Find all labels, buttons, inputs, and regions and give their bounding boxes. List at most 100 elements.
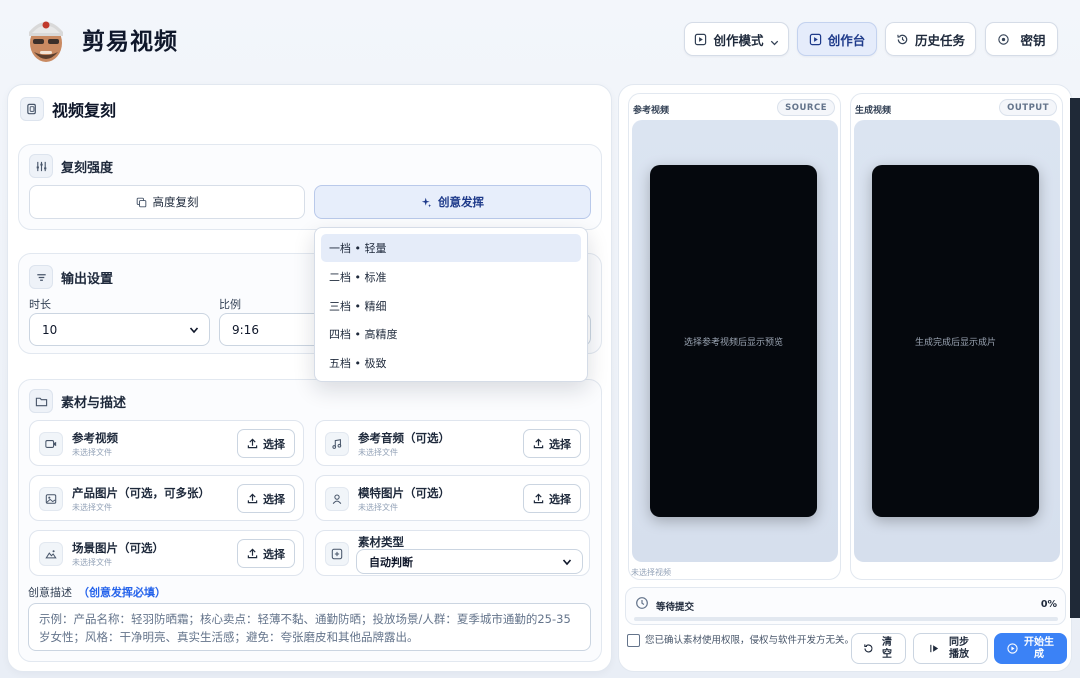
source-label: 参考视频	[633, 106, 670, 116]
creation-mode-button[interactable]: 创作模式	[684, 22, 789, 56]
duration-value: 10	[42, 322, 58, 337]
output-tag: OUTPUT	[999, 99, 1057, 116]
source-preview-area: 选择参考视频后显示预览	[632, 120, 838, 562]
progress-status: 等待提交	[656, 602, 695, 613]
scene-images-status: 未选择文件	[72, 558, 112, 567]
dropdown-option[interactable]: 四档 • 高精度	[321, 320, 581, 348]
workbench-button[interactable]: 创作台	[797, 22, 877, 56]
dropdown-option[interactable]: 五档 • 极致	[321, 349, 581, 377]
ratio-label: 比例	[219, 298, 241, 311]
dropdown-option[interactable]: 二档 • 标准	[321, 263, 581, 291]
creative-label: 创意发挥	[438, 195, 484, 209]
clear-button[interactable]: 清空	[851, 633, 906, 664]
key-icon	[998, 33, 1010, 45]
copy-icon	[136, 197, 146, 207]
high-replicate-label: 高度复刻	[152, 195, 199, 209]
source-footer: 未选择视频	[631, 568, 671, 577]
creative-level-dropdown: 一档 • 轻量 二档 • 标准 三档 • 精细 四档 • 高精度 五档 • 极致	[314, 227, 588, 382]
preview-panel: 参考视频 SOURCE 选择参考视频后显示预览 未选择视频 生成视频 OUTPU…	[618, 84, 1072, 672]
image-icon	[39, 487, 63, 511]
model-images-title: 模特图片（可选）	[358, 486, 450, 500]
app-title: 剪易视频	[82, 29, 178, 55]
duration-label: 时长	[29, 298, 51, 311]
source-placeholder: 选择参考视频后显示预览	[683, 337, 783, 348]
creation-mode-label: 创作模式	[713, 32, 764, 48]
upload-icon	[247, 438, 258, 449]
play-square-icon	[695, 33, 707, 45]
product-images-card: 产品图片（可选，可多张） 未选择文件 选择	[29, 475, 304, 521]
dropdown-option[interactable]: 三档 • 精细	[321, 292, 581, 320]
model-images-pick-button[interactable]: 选择	[523, 484, 581, 513]
clock-icon	[636, 597, 648, 609]
app-header: 剪易视频 创作模式 创作台 历史任务 密钥	[0, 0, 1080, 78]
ref-video-pick-button[interactable]: 选择	[237, 429, 295, 458]
pick-label: 选择	[263, 547, 285, 561]
ref-video-status: 未选择文件	[72, 448, 112, 457]
creative-button[interactable]: 创意发挥	[314, 185, 591, 219]
video-icon	[39, 432, 63, 456]
sparkle-icon	[421, 197, 432, 207]
ref-video-title: 参考视频	[72, 431, 118, 445]
source-tag: SOURCE	[777, 99, 835, 116]
key-label: 密钥	[1020, 32, 1046, 48]
ref-audio-status: 未选择文件	[358, 448, 398, 457]
pick-label: 选择	[549, 437, 571, 451]
progress-bar	[634, 617, 1058, 621]
avatar	[29, 21, 63, 62]
clear-label: 清空	[882, 636, 892, 660]
pick-label: 选择	[263, 492, 285, 506]
output-label: 生成视频	[855, 106, 892, 116]
upload-icon	[247, 548, 258, 559]
product-images-title: 产品图片（可选，可多张）	[72, 486, 210, 500]
output-placeholder: 生成完成后显示成片	[914, 337, 996, 348]
scene-images-title: 场景图片（可选）	[72, 541, 164, 555]
ref-audio-pick-button[interactable]: 选择	[523, 429, 581, 458]
product-images-pick-button[interactable]: 选择	[237, 484, 295, 513]
replicate-strength-title: 复刻强度	[29, 154, 113, 178]
output-settings-label: 输出设置	[61, 271, 114, 287]
consent-text: 您已确认素材使用权限，侵权与软件开发方无关。	[645, 635, 855, 646]
history-icon	[897, 34, 908, 44]
history-button[interactable]: 历史任务	[885, 22, 976, 56]
description-textarea[interactable]: 示例：产品名称：轻羽防晒霜；核心卖点：轻薄不黏、通勤防晒；投放场景/人群：夏季城…	[28, 603, 591, 651]
pick-label: 选择	[263, 437, 285, 451]
start-generate-label: 开始生成	[1024, 636, 1054, 660]
material-type-title: 素材类型	[358, 535, 404, 549]
copy-icon	[20, 97, 44, 121]
material-type-card: 素材类型 自动判断	[315, 530, 590, 576]
product-images-status: 未选择文件	[72, 503, 112, 512]
scene-images-pick-button[interactable]: 选择	[237, 539, 295, 568]
scene-images-card: 场景图片（可选） 未选择文件 选择	[29, 530, 304, 576]
refresh-icon	[864, 644, 873, 653]
play-square-icon	[809, 33, 821, 45]
play-step-icon	[930, 644, 939, 653]
output-video-frame: 生成完成后显示成片	[872, 165, 1039, 517]
ref-audio-title: 参考音频（可选）	[358, 431, 450, 445]
model-images-card: 模特图片（可选） 未选择文件 选择	[315, 475, 590, 521]
material-type-select[interactable]: 自动判断	[356, 549, 583, 574]
replicate-strength-section: 复刻强度 高度复刻 创意发挥	[18, 144, 602, 230]
start-generate-button[interactable]: 开始生成	[994, 633, 1067, 664]
landscape-icon	[39, 542, 63, 566]
panel-title-text: 视频复刻	[52, 101, 117, 120]
ratio-value: 9:16	[232, 322, 259, 337]
upload-icon	[247, 493, 258, 504]
duration-select[interactable]: 10	[29, 313, 210, 346]
consent-checkbox[interactable]	[627, 634, 640, 647]
description-label: 创意描述 （创意发挥必填）	[28, 586, 166, 599]
high-replicate-button[interactable]: 高度复刻	[29, 185, 305, 219]
assets-label: 素材与描述	[61, 395, 127, 411]
key-button[interactable]: 密钥	[985, 22, 1058, 56]
dropdown-option[interactable]: 一档 • 轻量	[321, 234, 581, 262]
material-type-value: 自动判断	[369, 555, 413, 569]
description-placeholder: 示例：产品名称：轻羽防晒霜；核心卖点：轻薄不黏、通勤防晒；投放场景/人群：夏季城…	[39, 612, 571, 644]
scrollbar[interactable]	[1070, 98, 1080, 618]
list-icon	[29, 265, 53, 289]
assets-title: 素材与描述	[29, 389, 126, 413]
upload-icon	[533, 438, 544, 449]
history-label: 历史任务	[914, 32, 965, 48]
ref-audio-card: 参考音频（可选） 未选择文件 选择	[315, 420, 590, 466]
model-images-status: 未选择文件	[358, 503, 398, 512]
pick-label: 选择	[549, 492, 571, 506]
sync-play-button[interactable]: 同步播放	[913, 633, 988, 664]
